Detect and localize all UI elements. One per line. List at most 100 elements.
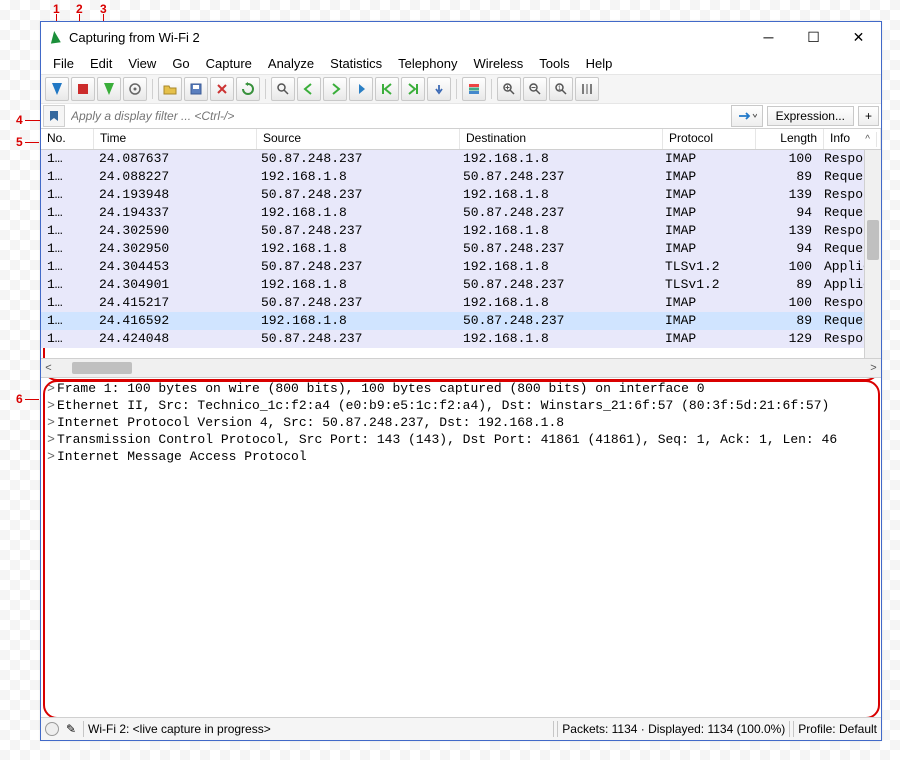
cell-time: 24.302590 [93, 222, 255, 240]
expand-icon[interactable]: > [45, 398, 57, 413]
close-file-button[interactable] [210, 77, 234, 101]
menu-file[interactable]: File [45, 54, 82, 73]
menu-view[interactable]: View [120, 54, 164, 73]
packet-row[interactable]: 1…24.08763750.87.248.237192.168.1.8IMAP1… [41, 150, 881, 168]
zoom-in-button[interactable] [497, 77, 521, 101]
scroll-right-icon[interactable]: > [866, 362, 881, 374]
packet-row[interactable]: 1…24.302950192.168.1.850.87.248.237IMAP9… [41, 240, 881, 258]
minimize-button[interactable]: ─ [746, 22, 791, 52]
colorize-button[interactable] [462, 77, 486, 101]
expand-icon[interactable]: > [45, 381, 57, 396]
packet-list-body[interactable]: 1…24.08763750.87.248.237192.168.1.8IMAP1… [41, 150, 881, 358]
scrollbar-thumb[interactable] [72, 362, 132, 374]
expand-icon[interactable]: > [45, 449, 57, 464]
statusbar-separator [553, 721, 558, 737]
zoom-reset-button[interactable]: 1 [549, 77, 573, 101]
start-capture-button[interactable] [45, 77, 69, 101]
menu-statistics[interactable]: Statistics [322, 54, 390, 73]
menu-edit[interactable]: Edit [82, 54, 120, 73]
cell-no: 1… [41, 168, 93, 186]
col-protocol[interactable]: Protocol [663, 129, 756, 149]
cell-proto: IMAP [659, 168, 751, 186]
capture-options-button[interactable] [123, 77, 147, 101]
restart-capture-button[interactable] [97, 77, 121, 101]
col-length[interactable]: Length [756, 129, 824, 149]
resize-columns-button[interactable] [575, 77, 599, 101]
cell-no: 1… [41, 276, 93, 294]
bookmark-filter-icon[interactable] [43, 105, 65, 127]
menu-help[interactable]: Help [578, 54, 621, 73]
go-to-packet-button[interactable] [349, 77, 373, 101]
expression-button[interactable]: Expression... [767, 106, 854, 126]
vertical-scrollbar[interactable] [864, 150, 881, 359]
statusbar-separator [789, 721, 794, 737]
annotation-line [25, 142, 39, 143]
scroll-up-icon[interactable]: ^ [859, 132, 877, 147]
col-no[interactable]: No. [41, 129, 94, 149]
add-filter-button[interactable]: + [858, 106, 879, 126]
col-source[interactable]: Source [257, 129, 460, 149]
find-packet-button[interactable] [271, 77, 295, 101]
packet-row[interactable]: 1…24.194337192.168.1.850.87.248.237IMAP9… [41, 204, 881, 222]
auto-scroll-button[interactable] [427, 77, 451, 101]
packet-row[interactable]: 1…24.30259050.87.248.237192.168.1.8IMAP1… [41, 222, 881, 240]
stop-capture-button[interactable] [71, 77, 95, 101]
reload-button[interactable] [236, 77, 260, 101]
close-button[interactable]: ✕ [836, 22, 881, 52]
cell-src: 192.168.1.8 [255, 312, 457, 330]
menu-wireless[interactable]: Wireless [465, 54, 531, 73]
display-filter-input[interactable] [67, 107, 731, 125]
protocol-tree-item[interactable]: >Ethernet II, Src: Technico_1c:f2:a4 (e0… [45, 397, 877, 414]
expand-icon[interactable]: > [45, 415, 57, 430]
packet-row[interactable]: 1…24.416592192.168.1.850.87.248.237IMAP8… [41, 312, 881, 330]
cell-len: 129 [751, 330, 818, 348]
status-profile-text[interactable]: Profile: Default [798, 722, 877, 736]
cell-src: 50.87.248.237 [255, 150, 457, 168]
status-bar: ✎ Wi-Fi 2: <live capture in progress> Pa… [41, 717, 881, 740]
packet-details-pane[interactable]: >Frame 1: 100 bytes on wire (800 bits), … [41, 378, 881, 730]
cell-src: 50.87.248.237 [255, 258, 457, 276]
packet-row[interactable]: 1…24.41521750.87.248.237192.168.1.8IMAP1… [41, 294, 881, 312]
expand-icon[interactable]: > [45, 432, 57, 447]
cell-proto: IMAP [659, 186, 751, 204]
packet-row[interactable]: 1…24.30445350.87.248.237192.168.1.8TLSv1… [41, 258, 881, 276]
protocol-tree-item[interactable]: >Transmission Control Protocol, Src Port… [45, 431, 877, 448]
packet-row[interactable]: 1…24.304901192.168.1.850.87.248.237TLSv1… [41, 276, 881, 294]
go-first-button[interactable] [375, 77, 399, 101]
cell-time: 24.088227 [93, 168, 255, 186]
open-file-button[interactable] [158, 77, 182, 101]
col-destination[interactable]: Destination [460, 129, 663, 149]
protocol-tree-label: Internet Message Access Protocol [57, 449, 307, 464]
scrollbar-thumb[interactable] [867, 220, 879, 260]
horizontal-scrollbar[interactable]: < > [41, 358, 881, 377]
menu-go[interactable]: Go [164, 54, 197, 73]
go-next-button[interactable] [323, 77, 347, 101]
protocol-tree-item[interactable]: >Internet Message Access Protocol [45, 448, 877, 465]
maximize-button[interactable]: ☐ [791, 22, 836, 52]
protocol-tree-item[interactable]: >Frame 1: 100 bytes on wire (800 bits), … [45, 380, 877, 397]
col-time[interactable]: Time [94, 129, 257, 149]
zoom-out-button[interactable] [523, 77, 547, 101]
expert-info-button[interactable] [45, 722, 59, 736]
packet-row[interactable]: 1…24.088227192.168.1.850.87.248.237IMAP8… [41, 168, 881, 186]
filter-apply-dropdown[interactable] [731, 105, 763, 127]
status-packets-text: Packets: 1134 · Displayed: 1134 (100.0%) [562, 722, 785, 736]
save-button[interactable] [184, 77, 208, 101]
packet-row[interactable]: 1…24.19394850.87.248.237192.168.1.8IMAP1… [41, 186, 881, 204]
go-prev-button[interactable] [297, 77, 321, 101]
go-last-button[interactable] [401, 77, 425, 101]
filter-bar: Expression... + [41, 104, 881, 129]
cell-src: 192.168.1.8 [255, 168, 457, 186]
cell-time: 24.304901 [93, 276, 255, 294]
packet-row[interactable]: 1…24.42404850.87.248.237192.168.1.8IMAP1… [41, 330, 881, 348]
cell-no: 1… [41, 312, 93, 330]
menu-capture[interactable]: Capture [198, 54, 260, 73]
edit-capture-comment-button[interactable]: ✎ [63, 721, 79, 737]
menu-analyze[interactable]: Analyze [260, 54, 322, 73]
scroll-left-icon[interactable]: < [41, 362, 56, 374]
protocol-tree-item[interactable]: >Internet Protocol Version 4, Src: 50.87… [45, 414, 877, 431]
protocol-tree-label: Frame 1: 100 bytes on wire (800 bits), 1… [57, 381, 705, 396]
menu-telephony[interactable]: Telephony [390, 54, 465, 73]
cell-len: 139 [751, 222, 818, 240]
menu-tools[interactable]: Tools [531, 54, 577, 73]
